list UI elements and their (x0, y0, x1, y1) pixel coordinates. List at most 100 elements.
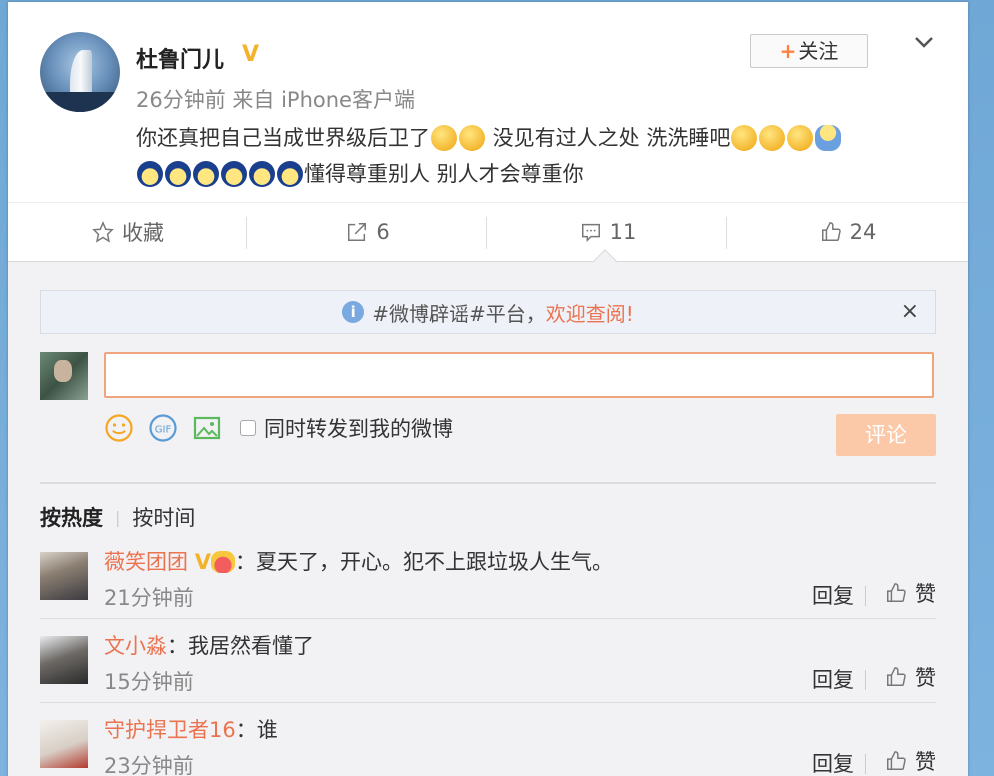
action-divider (246, 217, 247, 249)
moon-emoji-icon (165, 161, 191, 187)
like-label: 赞 (915, 666, 936, 690)
author-avatar[interactable] (40, 32, 120, 112)
commenter-name[interactable]: 薇笑团团 (104, 550, 188, 574)
author-name[interactable]: 杜鲁门儿 (136, 42, 224, 74)
moon-emoji-icon (277, 161, 303, 187)
notice-text: #微博辟谣#平台， (372, 301, 546, 326)
repost-count: 6 (376, 220, 390, 244)
like-label: 赞 (915, 750, 936, 774)
confused-emoji-icon (431, 125, 457, 151)
tab-hot[interactable]: 按热度 (40, 502, 103, 532)
plus-icon: + (779, 39, 797, 63)
comment-input[interactable] (104, 352, 934, 398)
like-comment-button[interactable]: 赞 (885, 746, 936, 776)
action-divider (865, 754, 866, 774)
moon-emoji-icon (221, 161, 247, 187)
post-meta: 26分钟前 来自 iPhone客户端 (136, 88, 415, 112)
like-comment-button[interactable]: 赞 (885, 578, 936, 608)
comment-text: ：夏天了，开心。犯不上跟垃圾人生气。 (234, 550, 613, 574)
action-divider (865, 586, 866, 606)
post-text: 你还真把自己当成世界级后卫了 没见有过人之处 洗洗睡吧 懂得尊重别人 别人才会尊… (136, 120, 936, 192)
submit-comment-button[interactable]: 评论 (836, 414, 936, 456)
smirk-emoji-icon (759, 125, 786, 151)
action-divider (486, 217, 487, 249)
comment-section: i #微博辟谣#平台， 欢迎查阅! × GIF 同时转发到我的微博 评论 按热度… (8, 262, 968, 776)
comment-line: 守护捍卫者16：谁 (104, 714, 278, 744)
tab-separator: | (115, 507, 121, 527)
sync-label[interactable]: 同时转发到我的微博 (264, 413, 453, 443)
moon-emoji-icon (193, 161, 219, 187)
svg-text:GIF: GIF (155, 425, 172, 436)
comment-time: 23分钟前 (104, 754, 194, 776)
share-icon (348, 223, 367, 241)
comment-icon (581, 223, 600, 243)
image-icon[interactable] (192, 413, 222, 443)
post-text-part2: 没见有过人之处 洗洗睡吧 (486, 126, 731, 150)
action-divider (726, 217, 727, 249)
composer-toolbar: GIF 同时转发到我的微博 (104, 412, 453, 444)
comment-item: 薇笑团团 V ：夏天了，开心。犯不上跟垃圾人生气。 21分钟前 回复 赞 (40, 542, 936, 626)
avatar-sea-shape (40, 92, 120, 112)
commenter-name[interactable]: 文小淼 (104, 634, 167, 658)
sort-tabs: 按热度 | 按时间 (40, 502, 195, 532)
emoji-icon[interactable] (104, 413, 134, 443)
person-emoji-icon (815, 125, 842, 151)
rumor-notice-banner: i #微博辟谣#平台， 欢迎查阅! × (40, 290, 936, 334)
verified-icon: V (194, 550, 211, 574)
reply-button[interactable]: 回复 (812, 748, 854, 776)
weibo-post-card: 杜鲁门儿 V 26分钟前 来自 iPhone客户端 + 关注 你还真把自己当成世界… (8, 2, 968, 776)
comment-divider (40, 618, 936, 619)
thumbs-up-icon (887, 751, 906, 770)
comment-line: 薇笑团团 V ：夏天了，开心。犯不上跟垃圾人生气。 (104, 546, 613, 576)
like-comment-button[interactable]: 赞 (885, 662, 936, 692)
star-icon (92, 221, 114, 243)
verified-icon: V (242, 42, 260, 67)
like-button[interactable]: 24 (728, 203, 968, 261)
comment-divider (40, 702, 936, 703)
repost-button[interactable]: 6 (248, 203, 488, 261)
reply-button[interactable]: 回复 (812, 580, 854, 610)
comment-item: 文小淼：我居然看懂了 15分钟前 回复 赞 (40, 626, 936, 710)
moon-emoji-icon (249, 161, 275, 187)
comment-time: 21分钟前 (104, 586, 194, 610)
sync-checkbox[interactable] (240, 420, 256, 436)
comment-item: 守护捍卫者16：谁 23分钟前 回复 赞 (40, 710, 936, 776)
moon-emoji-icon (137, 161, 163, 187)
masked-emoji-icon (731, 125, 758, 151)
chevron-down-icon[interactable] (912, 30, 936, 54)
close-icon[interactable]: × (901, 299, 919, 324)
commenter-avatar[interactable] (40, 636, 88, 684)
info-icon: i (342, 301, 365, 323)
commenter-avatar[interactable] (40, 552, 88, 600)
comment-count: 11 (609, 220, 637, 244)
thumbs-up-icon (887, 583, 906, 602)
tab-time[interactable]: 按时间 (132, 502, 195, 532)
follow-button[interactable]: + 关注 (750, 34, 868, 68)
comment-text: ：我居然看懂了 (167, 634, 314, 658)
post-text-part1: 你还真把自己当成世界级后卫了 (136, 126, 430, 150)
commenter-avatar[interactable] (40, 720, 88, 768)
like-label: 赞 (915, 582, 936, 606)
favorite-button[interactable]: 收藏 (8, 203, 248, 261)
comment-line: 文小淼：我居然看懂了 (104, 630, 314, 660)
follow-label: 关注 (798, 39, 839, 63)
favorite-label: 收藏 (122, 221, 164, 245)
section-divider (40, 482, 936, 484)
sly-emoji-icon (459, 125, 485, 151)
action-divider (865, 670, 866, 690)
thumbs-up-icon (821, 222, 841, 241)
thumbs-up-icon (887, 667, 906, 686)
current-user-avatar[interactable] (40, 352, 88, 400)
notice-link[interactable]: 欢迎查阅! (546, 298, 634, 327)
reply-button[interactable]: 回复 (812, 664, 854, 694)
avatar-face-shape (54, 360, 72, 382)
gif-icon[interactable]: GIF (148, 413, 178, 443)
crown-badge-icon (210, 551, 235, 573)
commenter-name[interactable]: 守护捍卫者16 (104, 718, 236, 742)
post-text-part3: 懂得尊重别人 别人才会尊重你 (304, 162, 584, 186)
comment-text: ：谁 (235, 718, 278, 742)
action-bar: 收藏 6 11 24 (8, 202, 968, 262)
wink-emoji-icon (787, 125, 814, 151)
like-count: 24 (849, 220, 877, 244)
comment-time: 15分钟前 (104, 670, 194, 694)
